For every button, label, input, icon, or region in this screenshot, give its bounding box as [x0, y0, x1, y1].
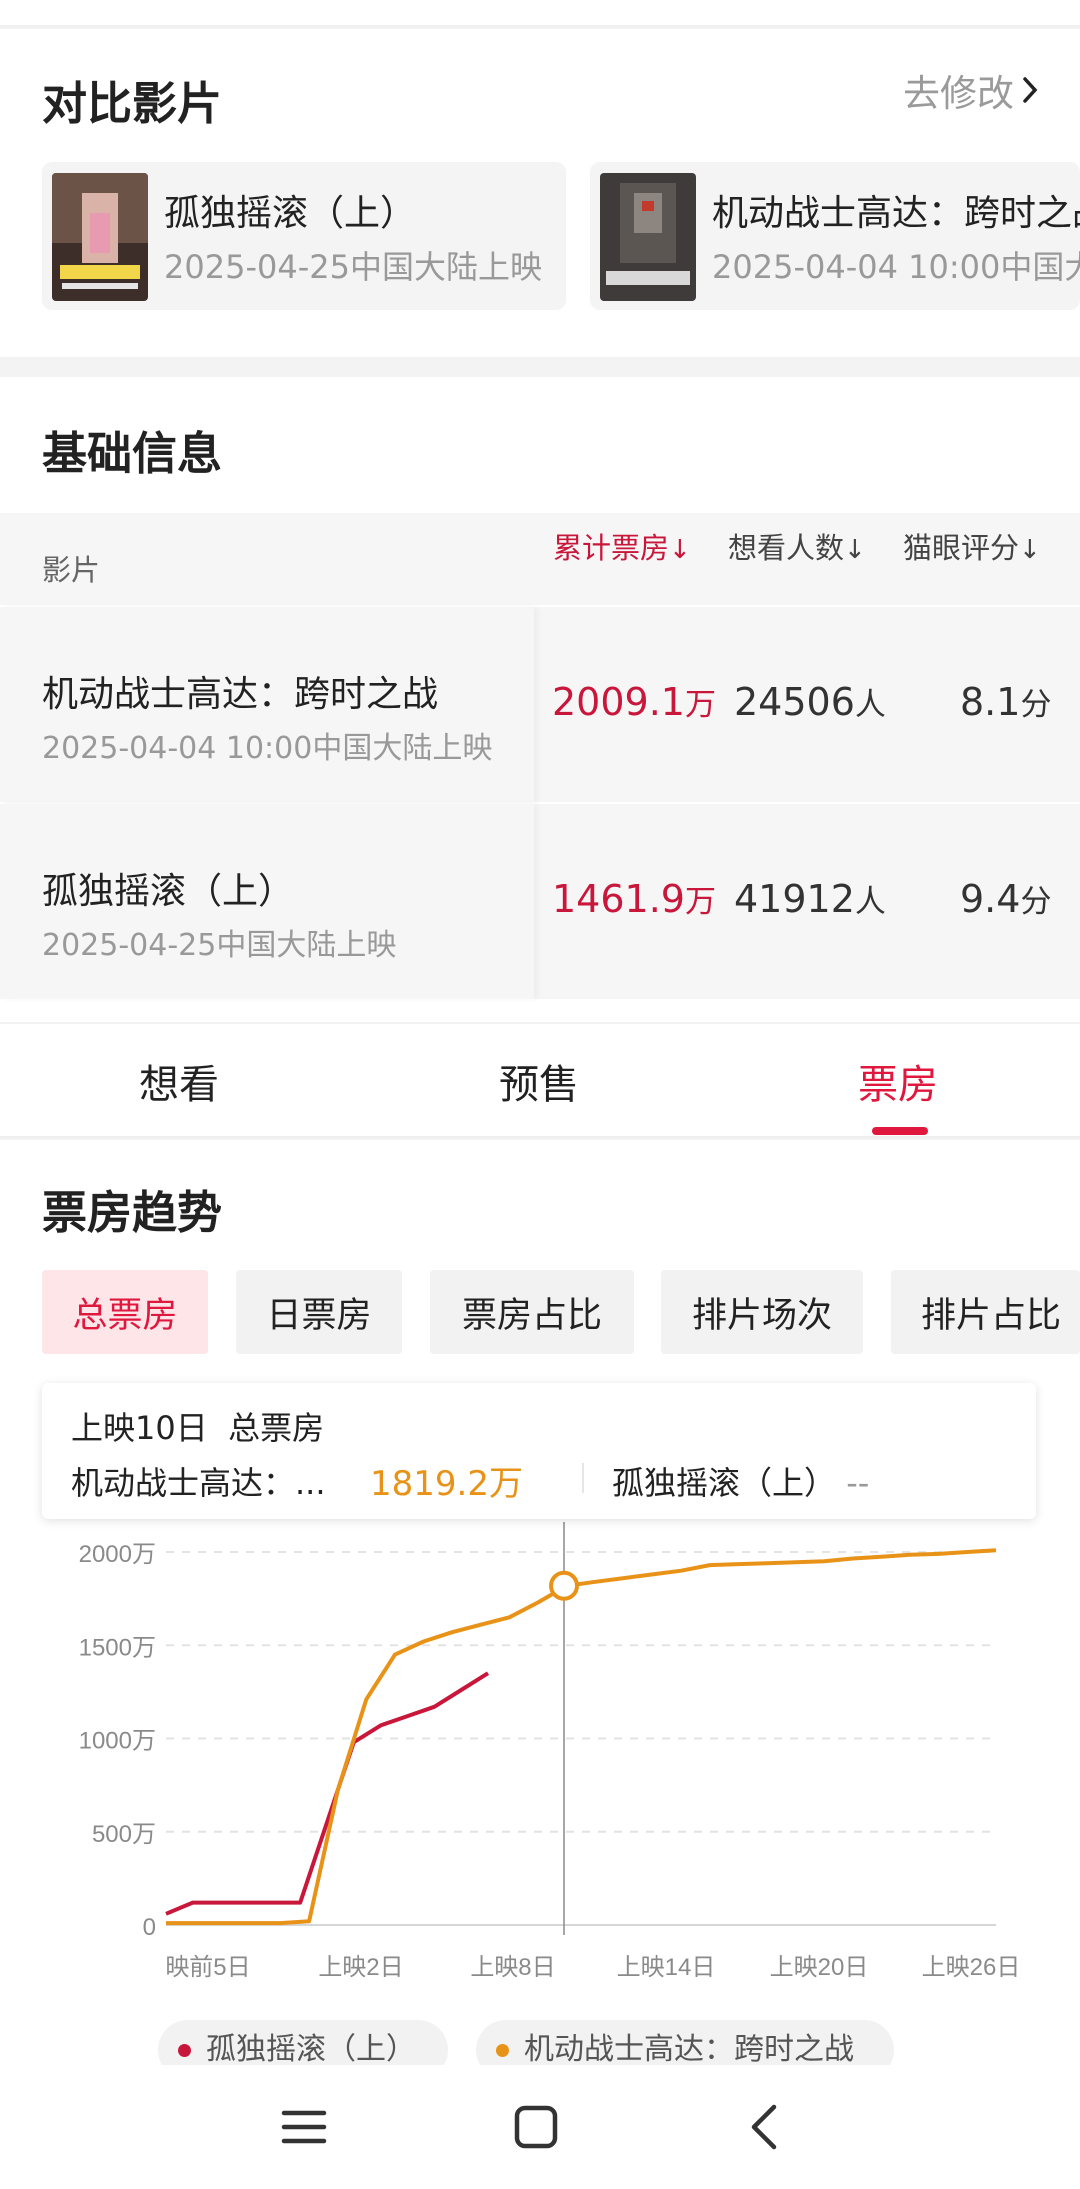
legend-dot [496, 2044, 509, 2057]
edit-label: 去修改 [903, 72, 1014, 115]
legend-label: 机动战士高达：跨时之战 [524, 2032, 854, 2067]
y-tick-label: 1000万 [79, 1728, 156, 1755]
table-row[interactable]: 机动战士高达：跨时之战 2025-04-04 10:00中国大陆上映 2009.… [0, 607, 1080, 802]
y-tick-label: 0 [143, 1914, 156, 1941]
y-tick-label: 500万 [92, 1821, 156, 1848]
row-score-value: 9.4分 [960, 877, 1052, 921]
tooltip-day: 上映10日 [71, 1409, 208, 1447]
header-want-label: 想看人数 [728, 531, 845, 565]
tab-want[interactable]: 想看 [139, 1052, 219, 1110]
x-tick-label: 上映26日 [922, 1954, 1021, 1981]
sort-desc-icon: ↓ [669, 535, 691, 565]
chart-tooltip: 上映10日 总票房 机动战士高达：... 1819.2万 孤独摇滚（上） -- [42, 1383, 1036, 1519]
row-date: 2025-04-25中国大陆上映 [42, 928, 397, 963]
system-nav-bar [0, 2065, 1080, 2189]
pill-show-share[interactable]: 排片占比 [891, 1270, 1080, 1354]
pill-total-box[interactable]: 总票房 [42, 1270, 208, 1354]
row-want-value: 41912人 [734, 877, 886, 921]
tab-presale[interactable]: 预售 [499, 1052, 579, 1110]
edit-compare-link[interactable]: 去修改 [903, 63, 1038, 117]
row-date: 2025-04-04 10:00中国大陆上映 [42, 731, 493, 766]
x-tick-label: 上映2日 [318, 1954, 403, 1981]
back-icon[interactable] [734, 2095, 798, 2159]
legend-label: 孤独摇滚（上） [206, 2032, 416, 2067]
y-tick-label: 1500万 [79, 1634, 156, 1661]
menu-icon[interactable] [272, 2095, 336, 2159]
poster-image [600, 173, 696, 301]
header-score-label: 猫眼评分 [903, 531, 1020, 565]
chip-date: 2025-04-25中国大陆上映 [164, 248, 542, 286]
x-tick-label: 上映14日 [617, 1954, 716, 1981]
compare-film-chip[interactable]: 孤独摇滚（上） 2025-04-25中国大陆上映 [42, 162, 566, 310]
x-tick-label: 上映8日 [470, 1954, 555, 1981]
sort-desc-icon: ↓ [844, 535, 866, 565]
header-film: 影片 [42, 553, 101, 587]
trend-section: 票房趋势 总票房 日票房 票房占比 排片场次 排片占比 2000万 1500万 10… [0, 1140, 1080, 2080]
tooltip-metric: 总票房 [228, 1409, 325, 1447]
header-box-label: 累计票房 [553, 531, 670, 565]
tooltip-header: 上映10日 总票房 [71, 1403, 324, 1449]
chip-title: 机动战士高达：跨时之战 [712, 193, 1080, 234]
tooltip-film-a: 机动战士高达：... [71, 1464, 326, 1502]
highlight-point [549, 1570, 579, 1601]
row-score-value: 8.1分 [960, 680, 1052, 724]
tooltip-film-b-value: -- [846, 1464, 870, 1502]
pill-daily-box[interactable]: 日票房 [236, 1270, 402, 1354]
trend-title: 票房趋势 [42, 1186, 223, 1239]
header-box-sort[interactable]: 累计票房↓ [553, 525, 691, 567]
row-box-value: 2009.1万 [552, 680, 716, 724]
basic-info-section: 基础信息 影片 累计票房↓ 想看人数↓ 猫眼评分↓ 机动战士高达：跨时之战 20… [0, 377, 1080, 1022]
tooltip-divider [582, 1463, 584, 1493]
home-square-icon[interactable] [504, 2095, 568, 2159]
row-film-cell: 孤独摇滚（上） 2025-04-25中国大陆上映 [0, 804, 534, 999]
row-want-value: 24506人 [734, 680, 886, 724]
x-tick-label: 上映20日 [770, 1954, 869, 1981]
pill-box-share[interactable]: 票房占比 [430, 1270, 634, 1354]
basic-info-title: 基础信息 [42, 427, 223, 480]
row-film-cell: 机动战士高达：跨时之战 2025-04-04 10:00中国大陆上映 [0, 607, 534, 802]
row-title: 孤独摇滚（上） [42, 871, 295, 912]
series-line [166, 1548, 997, 1926]
header-score-sort[interactable]: 猫眼评分↓ [903, 525, 1041, 567]
row-title: 机动战士高达：跨时之战 [42, 674, 439, 715]
pill-show-count[interactable]: 排片场次 [661, 1270, 863, 1354]
chip-title: 孤独摇滚（上） [164, 193, 417, 234]
chip-date: 2025-04-04 10:00中国大陆上映 [712, 248, 1080, 286]
x-tick-label: 映前5日 [165, 1954, 250, 1981]
tooltip-film-b: 孤独摇滚（上） -- [612, 1458, 869, 1504]
tab-box-office[interactable]: 票房 [858, 1052, 938, 1110]
chevron-right-icon [1023, 77, 1038, 103]
series-line [165, 1671, 490, 1916]
compare-film-chip[interactable]: 机动战士高达：跨时之战 2025-04-04 10:00中国大陆上映 [590, 162, 1080, 310]
legend-dot [178, 2044, 191, 2057]
y-tick-label: 2000万 [79, 1541, 156, 1568]
header-want-sort[interactable]: 想看人数↓ [728, 525, 866, 567]
poster-image [52, 173, 148, 301]
tab-active-indicator [872, 1127, 928, 1135]
compare-title: 对比影片 [42, 77, 223, 130]
tooltip-film-b-label: 孤独摇滚（上） [612, 1464, 837, 1502]
sort-desc-icon: ↓ [1019, 535, 1041, 565]
top-strip [0, 0, 1080, 27]
box-office-line-chart[interactable]: 2000万 1500万 1000万 500万 0 映前5日 上映2日 上映8日 上映14日 上映2… [0, 1510, 1080, 2030]
compare-section: 对比影片 去修改 孤独摇滚（上） 2025-04-25中国大陆上映 机动战士高达… [0, 29, 1080, 357]
table-row[interactable]: 孤独摇滚（上） 2025-04-25中国大陆上映 1461.9万 41912人 … [0, 804, 1080, 999]
tab-bar: 想看 预售 票房 [0, 1024, 1080, 1138]
table-header-film: 影片 [0, 513, 534, 605]
row-box-value: 1461.9万 [552, 877, 716, 921]
tooltip-film-a-value: 1819.2万 [370, 1464, 523, 1504]
